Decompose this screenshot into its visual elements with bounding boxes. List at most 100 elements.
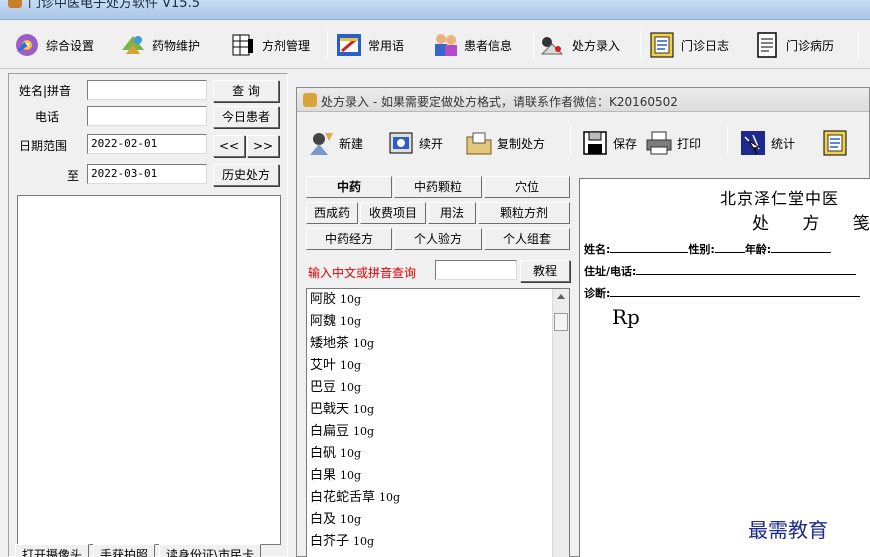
- continue-prescription-button[interactable]: 续开: [387, 128, 443, 158]
- drug-list-item[interactable]: 矮地茶 10g: [307, 333, 569, 355]
- drug-dose: 10g: [340, 359, 362, 372]
- toolbar-label: 打印: [677, 136, 702, 151]
- tab-chinese-medicine[interactable]: 中药: [306, 176, 392, 198]
- drug-name: 阿胶: [310, 292, 337, 307]
- drug-name: 矮地茶: [310, 336, 350, 351]
- toolbar-label: 综合设置: [46, 38, 95, 53]
- drug-dose: 10g: [340, 513, 362, 526]
- drug-list[interactable]: 阿胶 10g 阿魏 10g 矮地茶 10g 艾叶 10g 巴豆 10g 巴戟天 10g 白扁豆 10g 白矾…: [306, 288, 570, 557]
- notebook-icon: [334, 30, 364, 60]
- hospital-name: 北京泽仁堂中医: [720, 189, 840, 208]
- tab-granule-formula[interactable]: 颗粒方剂: [478, 202, 570, 224]
- toolbar-settings-button[interactable]: 综合设置: [12, 29, 94, 61]
- document-grid-icon: [228, 30, 258, 60]
- tab-herbal-granules[interactable]: 中药颗粒: [394, 176, 482, 198]
- scroll-thumb[interactable]: [554, 313, 568, 331]
- prescription-paper[interactable]: 北京泽仁堂中医 处 方 笺 姓名: 性别: 年龄: 住址/电话: 诊断: Rp: [579, 178, 870, 557]
- drug-list-item[interactable]: 阿魏 10g: [307, 311, 569, 333]
- address-label: 住址/电话:: [584, 265, 637, 278]
- phone-input[interactable]: [87, 106, 207, 126]
- drug-list-item[interactable]: 白扁豆 10g: [307, 421, 569, 443]
- drug-dose: 10g: [353, 425, 375, 438]
- clinic-log-small-button[interactable]: [821, 128, 849, 158]
- floppy-save-icon: [581, 129, 609, 157]
- history-prescriptions-button[interactable]: 历史处方: [213, 164, 279, 186]
- drug-list-item[interactable]: 白花蛇舌草 10g: [307, 487, 569, 509]
- drug-list-item[interactable]: 白及 10g: [307, 509, 569, 531]
- tab-personal-set[interactable]: 个人组套: [484, 228, 570, 250]
- drug-dose: 10g: [340, 381, 362, 394]
- new-user-icon: [307, 129, 335, 157]
- scroll-up-arrow-icon[interactable]: [557, 294, 565, 299]
- tab-acupoints[interactable]: 穴位: [484, 176, 570, 198]
- save-button[interactable]: 保存: [581, 128, 637, 158]
- tab-personal-formula[interactable]: 个人验方: [394, 228, 482, 250]
- toolbar-medical-record-button[interactable]: 门诊病历: [752, 29, 834, 61]
- toolbar-separator: [570, 126, 571, 154]
- drug-list-scrollbar[interactable]: [552, 289, 569, 557]
- today-patients-button[interactable]: 今日患者: [213, 106, 279, 128]
- drug-name: 巴豆: [310, 380, 337, 395]
- toolbar-patient-info-button[interactable]: 患者信息: [430, 29, 512, 61]
- diagnosis-label: 诊断:: [584, 287, 611, 300]
- drug-list-item[interactable]: 巴豆 10g: [307, 377, 569, 399]
- toolbar-clinic-log-button[interactable]: 门诊日志: [647, 29, 729, 61]
- tutorial-button[interactable]: 教程: [520, 260, 570, 282]
- toolbar-phrases-button[interactable]: 常用语: [334, 29, 404, 61]
- diagnosis-line: 诊断:: [584, 285, 861, 301]
- print-button[interactable]: 打印: [645, 128, 701, 158]
- address-line: 住址/电话:: [584, 263, 857, 279]
- tab-fee-items[interactable]: 收费项目: [360, 202, 426, 224]
- herb-icon: [118, 30, 148, 60]
- tab-usage[interactable]: 用法: [428, 202, 476, 224]
- new-prescription-button[interactable]: 新建: [307, 128, 363, 158]
- drug-name: 白果: [310, 468, 337, 483]
- log-book-icon: [647, 30, 677, 60]
- drug-dose: 10g: [353, 403, 375, 416]
- settings-disc-icon: [12, 30, 42, 60]
- drug-list-item[interactable]: 白果 10g: [307, 465, 569, 487]
- gender-label: 性别:: [688, 243, 715, 256]
- tab-classic-formula[interactable]: 中药经方: [306, 228, 392, 250]
- open-camera-button[interactable]: 打开摄像头: [15, 544, 90, 557]
- toolbar-drug-maintenance-button[interactable]: 药物维护: [118, 29, 200, 61]
- drug-list-item[interactable]: 白芥子 10g: [307, 531, 569, 553]
- toolbar-formula-button[interactable]: 方剂管理: [228, 29, 310, 61]
- log-book-icon: [821, 129, 849, 157]
- toolbar-label: 门诊病历: [786, 38, 835, 53]
- prescription-window-icon: [303, 93, 317, 107]
- statistics-button[interactable]: 统计: [739, 128, 795, 158]
- next-period-button[interactable]: >>: [247, 135, 279, 157]
- tab-western-medicine[interactable]: 西成药: [306, 202, 358, 224]
- query-button[interactable]: 查 询: [213, 80, 279, 102]
- toolbar-label: 统计: [771, 136, 796, 151]
- name-input[interactable]: [87, 80, 207, 100]
- record-page-icon: [752, 30, 782, 60]
- prev-period-button[interactable]: <<: [213, 135, 245, 157]
- drug-name: 阿魏: [310, 314, 337, 329]
- read-id-card-button[interactable]: 读身份证\市民卡: [159, 544, 262, 557]
- copy-prescription-button[interactable]: 复制处方: [465, 128, 545, 158]
- drug-list-item[interactable]: 阿胶 10g: [307, 289, 569, 311]
- date-to-input[interactable]: 2022-03-01: [87, 164, 207, 184]
- prescription-toolbar: 新建 续开 复制处方 保存 打印 统计: [297, 116, 869, 168]
- window-title: 门诊中医电子处方软件 V15.5: [28, 0, 200, 11]
- drug-dose: 10g: [353, 535, 375, 548]
- patient-info-line: 姓名: 性别: 年龄:: [584, 241, 832, 257]
- date-from-input[interactable]: 2022-02-01: [87, 134, 207, 154]
- app-icon: [8, 0, 22, 8]
- drug-name: 白及: [310, 512, 337, 527]
- toolbar-separator: [640, 31, 641, 59]
- toolbar-prescription-entry-button[interactable]: 处方录入: [538, 29, 620, 61]
- drug-name: 白矾: [310, 446, 337, 461]
- drug-list-item[interactable]: 艾叶 10g: [307, 355, 569, 377]
- drug-name: 白花蛇舌草: [310, 490, 376, 505]
- toolbar-label: 门诊日志: [681, 38, 730, 53]
- drug-list-item[interactable]: 白矾 10g: [307, 443, 569, 465]
- drug-filter-input[interactable]: [435, 260, 517, 280]
- take-photo-button[interactable]: 手获拍照: [93, 544, 156, 557]
- drug-list-item[interactable]: 巴戟天 10g: [307, 399, 569, 421]
- drug-name: 白扁豆: [310, 424, 350, 439]
- drug-name: 艾叶: [310, 358, 337, 373]
- patient-list[interactable]: [17, 195, 281, 545]
